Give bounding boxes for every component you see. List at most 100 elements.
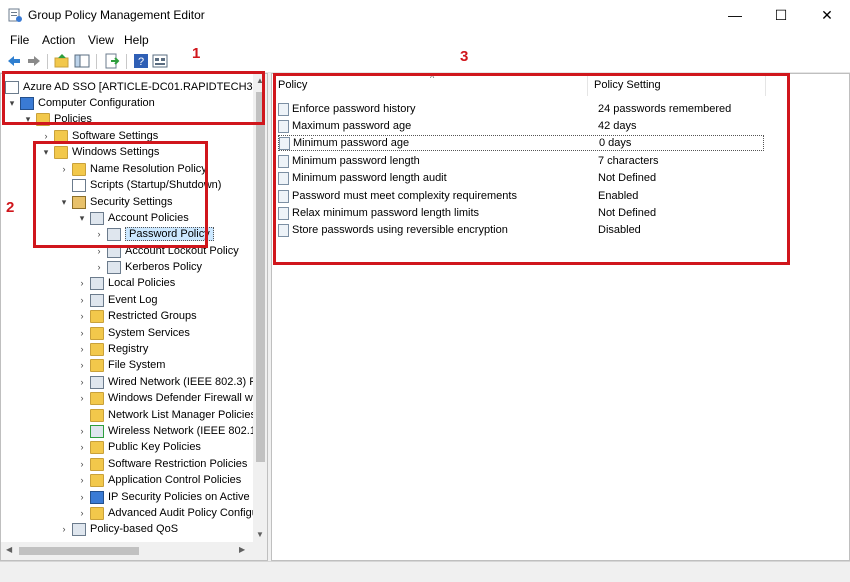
folder-icon (90, 408, 104, 422)
tree-item-label: File System (108, 359, 166, 371)
folder-icon (90, 506, 104, 520)
annotation-box-2 (33, 141, 208, 248)
folder-icon (90, 391, 104, 405)
menu-help[interactable]: Help (124, 33, 149, 47)
tree-item-label: Application Control Policies (108, 474, 242, 486)
chevron-right-icon[interactable]: › (77, 327, 87, 339)
up-folder-icon[interactable] (54, 53, 70, 69)
forward-arrow-icon[interactable] (26, 53, 42, 69)
chevron-right-icon[interactable]: › (77, 491, 87, 503)
tree-item-event-log[interactable]: › Event Log (77, 292, 158, 308)
tree-item-label: Network List Manager Policies (108, 409, 253, 421)
tree-item-software-restriction[interactable]: › Software Restriction Policies (77, 456, 247, 472)
chevron-right-icon[interactable]: › (77, 441, 87, 453)
tree-item-label: Wired Network (IEEE 802.3) Policies (108, 376, 253, 388)
toolbar-separator (47, 54, 48, 69)
lock-folder-icon (90, 342, 104, 356)
annotation-box-1 (2, 71, 265, 125)
chevron-right-icon[interactable]: › (77, 343, 87, 355)
scroll-thumb[interactable] (256, 92, 265, 462)
chevron-right-icon[interactable]: › (77, 474, 87, 486)
chevron-right-icon[interactable]: › (77, 425, 87, 437)
tree-item-label: System Services (108, 327, 190, 339)
tree-item-wired-network[interactable]: › Wired Network (IEEE 802.3) Policies (77, 374, 253, 390)
tree-item-application-control[interactable]: › Application Control Policies (77, 472, 241, 488)
tree-item-advanced-audit[interactable]: › Advanced Audit Policy Configuration (77, 505, 253, 521)
tree-item-file-system[interactable]: › File System (77, 357, 165, 373)
toolbar-separator (126, 54, 127, 69)
tree-item-restricted-groups[interactable]: › Restricted Groups (77, 308, 197, 324)
chevron-right-icon[interactable]: › (77, 294, 87, 306)
tree-item-local-policies[interactable]: › Local Policies (77, 275, 175, 291)
policy-folder-icon (107, 260, 121, 274)
toolbar-separator (96, 54, 97, 69)
tree-item-label: Public Key Policies (108, 441, 201, 453)
tree-item-registry[interactable]: › Registry (77, 341, 148, 357)
folder-icon (90, 473, 104, 487)
chevron-right-icon[interactable]: › (77, 359, 87, 371)
svg-text:?: ? (138, 56, 144, 68)
annotation-label-2: 2 (6, 199, 15, 216)
maximize-button[interactable]: ☐ (758, 0, 804, 30)
tree-item-label: Local Policies (108, 277, 176, 289)
tree-item-policy-based-qos[interactable]: › Policy-based QoS (59, 521, 178, 537)
app-icon (8, 8, 22, 22)
scroll-thumb[interactable] (19, 547, 139, 555)
folder-icon (90, 440, 104, 454)
tree-item-label: IP Security Policies on Active Directory (108, 491, 253, 503)
annotation-label-3: 3 (460, 48, 469, 65)
event-log-icon (90, 293, 104, 307)
chevron-right-icon[interactable]: › (77, 310, 87, 322)
wireless-icon (90, 424, 104, 438)
tree-item-label: Registry (108, 343, 149, 355)
network-icon (90, 375, 104, 389)
tree-item-public-key-policies[interactable]: › Public Key Policies (77, 439, 201, 455)
lock-folder-icon (90, 309, 104, 323)
tree-item-label: Wireless Network (IEEE 802.11) Policies (108, 425, 253, 437)
back-arrow-icon[interactable] (6, 53, 22, 69)
help-icon[interactable]: ? (133, 53, 149, 69)
tree-item-label: Policy-based QoS (90, 523, 179, 535)
tree-item-defender-firewall[interactable]: › Windows Defender Firewall with Advance… (77, 390, 253, 406)
chevron-right-icon[interactable]: › (77, 507, 87, 519)
qos-icon (72, 522, 86, 536)
tree-item-label: Advanced Audit Policy Configuration (108, 507, 253, 519)
tree-item-wireless-network[interactable]: › Wireless Network (IEEE 802.11) Policie… (77, 423, 253, 439)
chevron-right-icon[interactable]: › (77, 392, 87, 404)
ip-security-icon (90, 490, 104, 504)
tree-item-network-list-manager[interactable]: Network List Manager Policies (77, 407, 253, 423)
chevron-right-icon[interactable]: › (94, 261, 104, 273)
lock-folder-icon (90, 326, 104, 340)
window-title: Group Policy Management Editor (28, 8, 205, 22)
tree-vertical-scrollbar[interactable]: ▲ ▼ (253, 74, 267, 542)
lock-folder-icon (90, 358, 104, 372)
chevron-right-icon[interactable]: › (77, 277, 87, 289)
annotation-label-1: 1 (192, 45, 201, 62)
chevron-right-icon[interactable]: › (59, 523, 69, 535)
status-bar (0, 561, 850, 582)
scroll-right-icon[interactable]: ▶ (239, 545, 245, 554)
tree-item-label: Software Restriction Policies (108, 458, 248, 470)
export-list-icon[interactable] (104, 53, 120, 69)
chevron-right-icon[interactable]: › (77, 376, 87, 388)
tree-item-system-services[interactable]: › System Services (77, 325, 190, 341)
menu-view[interactable]: View (88, 33, 114, 47)
scroll-left-icon[interactable]: ◀ (6, 545, 12, 554)
properties-icon[interactable] (152, 53, 168, 69)
tree-item-ip-security[interactable]: › IP Security Policies on Active Directo… (77, 489, 253, 505)
tree-item-label: Restricted Groups (108, 310, 197, 322)
menu-bar: File Action View Help (0, 30, 850, 50)
minimize-button[interactable]: — (712, 0, 758, 30)
show-hide-tree-icon[interactable] (74, 53, 90, 69)
tree-item-label: Windows Defender Firewall with Advanced … (108, 392, 253, 404)
tree-item-kerberos-policy[interactable]: › Kerberos Policy (94, 259, 202, 275)
tree-item-label: Kerberos Policy (125, 261, 203, 273)
close-button[interactable]: ✕ (804, 0, 850, 30)
folder-icon (90, 457, 104, 471)
menu-file[interactable]: File (10, 33, 29, 47)
tree-horizontal-scrollbar[interactable]: ◀ ▶ (1, 542, 267, 560)
scroll-down-icon[interactable]: ▼ (256, 530, 264, 539)
menu-action[interactable]: Action (42, 33, 75, 47)
chevron-right-icon[interactable]: › (77, 458, 87, 470)
policy-folder-icon (90, 276, 104, 290)
